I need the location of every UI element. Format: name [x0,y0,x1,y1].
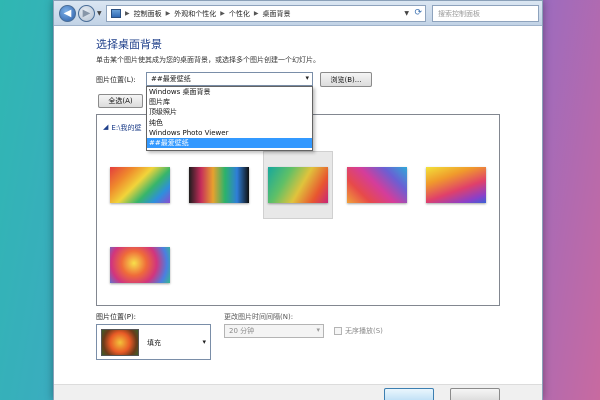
dropdown-option-windows-backgrounds[interactable]: Windows 桌面背景 [147,87,312,97]
shuffle-label: 无序播放(S) [345,327,383,335]
breadcrumb-separator-icon[interactable]: ▶ [166,10,171,17]
address-dropdown-icon[interactable]: ▼ [404,10,409,17]
main-content: 选择桌面背景 单击某个图片使其成为您的桌面背景，或选择多个图片创建一个幻灯片。 … [54,26,542,400]
picture-position-value: 填充 [147,339,161,347]
dropdown-option-photo-viewer[interactable]: Windows Photo Viewer [147,128,312,138]
breadcrumb-separator-icon[interactable]: ▶ [125,10,130,17]
chevron-down-icon[interactable]: ▾ [316,326,320,334]
position-preview-image [101,329,139,356]
breadcrumb-desktop-background[interactable]: 桌面背景 [263,9,291,19]
save-changes-button[interactable] [384,388,434,400]
breadcrumb-control-panel[interactable]: 控制面板 [134,9,162,19]
recent-pages-dropdown-icon[interactable]: ▼ [97,10,102,17]
back-arrow-icon: ◀ [63,8,72,19]
address-bar[interactable]: ▶ 控制面板 ▶ 外观和个性化 ▶ 个性化 ▶ 桌面背景 ▼ ⟳ [106,5,426,22]
dropdown-option-solid-colors[interactable]: 纯色 [147,118,312,128]
chevron-down-icon[interactable]: ▾ [202,338,206,346]
wallpaper-image [347,167,407,203]
interval-value: 20 分钟 [229,327,255,335]
page-description: 单击某个图片使其成为您的桌面背景，或选择多个图片创建一个幻灯片。 [96,56,320,64]
breadcrumb-personalization[interactable]: 个性化 [229,9,250,19]
shuffle-option[interactable]: 无序播放(S) [334,326,383,336]
interval-label: 更改图片时间间隔(N): [224,313,294,321]
refresh-icon[interactable]: ⟳ [414,8,422,18]
gallery-group-header[interactable]: ◢ E:\我的壁 [103,123,142,133]
picture-location-select[interactable]: ##最爱壁纸 ▾ [146,72,313,86]
chevron-down-icon[interactable]: ▾ [305,74,309,82]
wallpaper-image [189,167,249,203]
dropdown-option-favorite-wallpapers[interactable]: ##最爱壁纸 [147,137,312,149]
picture-location-value: ##最爱壁纸 [151,75,191,83]
picture-position-select[interactable]: 填充 ▾ [96,324,211,360]
breadcrumb-separator-icon[interactable]: ▶ [254,10,259,17]
cancel-button[interactable] [450,388,500,400]
wallpaper-image [426,167,486,203]
page-title: 选择桌面背景 [96,38,162,51]
wallpaper-thumbnail-3-selected[interactable] [263,151,333,219]
control-panel-icon [111,9,121,18]
wallpaper-thumbnail-1[interactable] [105,151,175,219]
wallpaper-thumbnail-6[interactable] [105,231,175,299]
collapse-triangle-icon[interactable]: ◢ [103,123,108,133]
interval-select[interactable]: 20 分钟 ▾ [224,324,324,338]
wallpaper-thumbnail-2[interactable] [184,151,254,219]
search-placeholder: 搜索控制面板 [438,9,480,18]
back-button[interactable]: ◀ [59,5,76,22]
browse-button[interactable]: 浏览(B)... [320,72,372,87]
picture-position-label: 图片位置(P): [96,313,137,321]
bottom-button-bar [54,384,542,400]
picture-location-dropdown-list: Windows 桌面背景 图片库 顶级照片 纯色 Windows Photo V… [146,86,313,151]
forward-arrow-icon: ▶ [82,8,91,19]
wallpaper-image [110,247,170,283]
wallpaper-image [110,167,170,203]
breadcrumb-appearance[interactable]: 外观和个性化 [174,9,216,19]
wallpaper-image [268,167,328,203]
breadcrumb-separator-icon[interactable]: ▶ [220,10,225,17]
wallpaper-thumbnail-4[interactable] [342,151,412,219]
dropdown-option-top-rated-photos[interactable]: 顶级照片 [147,107,312,117]
dropdown-option-pictures-library[interactable]: 图片库 [147,97,312,107]
gallery-group-path: E:\我的壁 [111,124,142,132]
wallpaper-thumbnail-5[interactable] [421,151,491,219]
forward-button[interactable]: ▶ [78,5,95,22]
search-input[interactable]: 搜索控制面板 [432,5,539,22]
picture-location-label: 图片位置(L): [96,76,136,84]
navigation-bar: ◀ ▶ ▼ ▶ 控制面板 ▶ 外观和个性化 ▶ 个性化 ▶ 桌面背景 ▼ ⟳ 搜… [54,1,542,26]
select-all-button[interactable]: 全选(A) [98,94,143,108]
control-panel-window: ◀ ▶ ▼ ▶ 控制面板 ▶ 外观和个性化 ▶ 个性化 ▶ 桌面背景 ▼ ⟳ 搜… [53,0,543,400]
shuffle-checkbox[interactable] [334,327,342,335]
